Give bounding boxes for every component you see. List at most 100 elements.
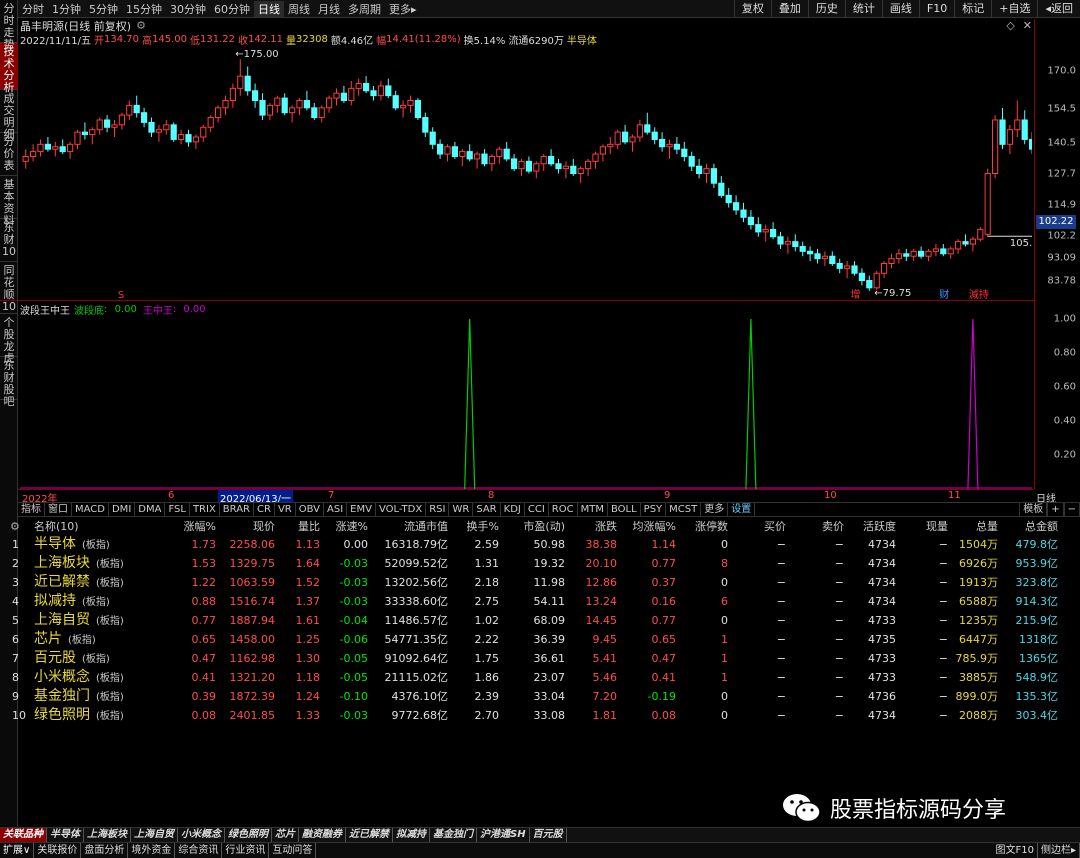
period-tab-1[interactable]: 分时	[18, 1, 48, 17]
toolbar-button-7[interactable]: 标记	[954, 0, 991, 18]
indicator-tab-14[interactable]: VOL-TDX	[376, 502, 427, 517]
indicator-chart[interactable]	[20, 302, 1032, 489]
indicator-tab-24[interactable]: MCST	[666, 502, 702, 517]
status-item-3[interactable]: 盘面分析	[81, 843, 129, 858]
column-header-4[interactable]: 量比	[280, 518, 320, 535]
status-item-1[interactable]: 扩展∨	[0, 843, 35, 858]
period-tab-2[interactable]: 1分钟	[48, 1, 85, 17]
status-item-2[interactable]: 关联报价	[34, 843, 82, 858]
vtab-5[interactable]: 基本资料	[0, 176, 18, 227]
settings-gear-icon[interactable]: ⚙	[136, 19, 146, 32]
vtab-3[interactable]: 成交明细	[0, 90, 18, 141]
column-header-1[interactable]: 名称(10)	[34, 518, 144, 535]
indicator-tab-21[interactable]: MTM	[578, 502, 608, 517]
indicator-tab-15[interactable]: RSI	[426, 502, 450, 517]
sector-tab-2[interactable]: 半导体	[47, 828, 84, 842]
sector-tab-3[interactable]: 上海板块	[84, 828, 131, 842]
toolbar-button-8[interactable]: +自选	[991, 0, 1037, 18]
period-tab-8[interactable]: 周线	[284, 1, 314, 17]
close-icon[interactable]: ✕	[1023, 19, 1032, 32]
toolbar-button-3[interactable]: 历史	[807, 0, 845, 18]
indicator-tab-25[interactable]: 更多	[701, 502, 729, 517]
column-header-14[interactable]: 活跃度	[848, 518, 896, 535]
status-right-2[interactable]: 侧边栏▸	[1038, 843, 1080, 858]
indicator-tab-18[interactable]: KDJ	[501, 502, 525, 517]
indicator-tab-12[interactable]: ASI	[324, 502, 348, 517]
indicator-tab-26[interactable]: 设置	[728, 502, 756, 517]
event-marker-4[interactable]: 減持	[969, 288, 989, 300]
indicator-tab-4[interactable]: DMI	[109, 502, 136, 517]
vtab-6[interactable]: 东财10	[0, 219, 18, 262]
indicator-tab-6[interactable]: FSL	[165, 502, 190, 517]
vtab-7[interactable]: 同花顺10	[0, 262, 18, 314]
sector-tab-10[interactable]: 拟减持	[393, 828, 430, 842]
diamond-icon[interactable]: ◇	[1006, 19, 1014, 32]
toolbar-button-9[interactable]: ◂返回	[1037, 0, 1080, 18]
period-tab-6[interactable]: 60分钟	[210, 1, 254, 17]
sector-tab-8[interactable]: 融资融券	[299, 828, 346, 842]
table-settings-gear-icon[interactable]: ⚙	[10, 518, 20, 535]
indicator-tab-22[interactable]: BOLL	[608, 502, 641, 517]
column-header-10[interactable]: 均涨幅%	[621, 518, 676, 535]
indicator-tab-1[interactable]: 指标	[18, 502, 45, 517]
table-row[interactable]: 6 芯片 (板指) 0.65 1458.00 1.25 -0.06 54771.35亿 2.22…	[0, 630, 1080, 649]
column-header-15[interactable]: 现量	[900, 518, 948, 535]
table-row[interactable]: 4 拟减持 (板指) 0.88 1516.74 1.37 -0.03 33338.60亿 2.7…	[0, 592, 1080, 611]
status-item-6[interactable]: 行业资讯	[222, 843, 270, 858]
indicator-tab-10[interactable]: VR	[275, 502, 296, 517]
column-header-3[interactable]: 现价	[220, 518, 275, 535]
toolbar-button-4[interactable]: 统计	[844, 0, 882, 18]
indicator-tab-23[interactable]: PSY	[641, 502, 667, 517]
event-marker-3[interactable]: 财	[939, 288, 949, 300]
sector-tab-12[interactable]: 沪港通SH	[477, 828, 530, 842]
vtab-9[interactable]: 东财股吧	[0, 357, 18, 408]
status-item-7[interactable]: 互动问答	[269, 843, 317, 858]
period-tab-11[interactable]: 更多▸	[385, 1, 421, 17]
sector-tab-5[interactable]: 小米概念	[178, 828, 225, 842]
period-tab-9[interactable]: 月线	[314, 1, 344, 17]
period-tab-10[interactable]: 多周期	[344, 1, 385, 17]
indicator-tab-7[interactable]: TRIX	[190, 502, 220, 517]
sector-tab-9[interactable]: 近已解禁	[346, 828, 393, 842]
table-row[interactable]: 10 绿色照明 (板指) 0.08 2401.85 1.33 -0.03 9772.68亿 2.…	[0, 706, 1080, 725]
table-row[interactable]: 3 近已解禁 (板指) 1.22 1063.59 1.52 -0.03 13202.56亿 2.…	[0, 573, 1080, 592]
indicator-tab-16[interactable]: WR	[449, 502, 474, 517]
sector-tab-13[interactable]: 百元股	[530, 828, 567, 842]
indicator-tab-11[interactable]: OBV	[296, 502, 324, 517]
indicator-tab-3[interactable]: MACD	[72, 502, 109, 517]
indicator-tab-19[interactable]: CCI	[525, 502, 549, 517]
table-row[interactable]: 1 半导体 (板指) 1.73 2258.06 1.13 0.00 16318.79亿 2.59…	[0, 535, 1080, 554]
period-tab-7[interactable]: 日线	[254, 0, 284, 17]
column-header-8[interactable]: 市盈(动)	[503, 518, 565, 535]
period-tab-4[interactable]: 15分钟	[122, 1, 166, 17]
indicator-tab-right-2[interactable]: +	[1047, 502, 1064, 517]
table-row[interactable]: 9 基金独门 (板指) 0.39 1872.39 1.24 -0.10 4376.10亿 2.3…	[0, 687, 1080, 706]
vtab-1[interactable]: 分时走势	[0, 0, 18, 51]
indicator-tab-2[interactable]: 窗口	[45, 502, 72, 517]
event-marker-2[interactable]: 增	[851, 288, 861, 300]
indicator-tab-9[interactable]: CR	[254, 502, 275, 517]
indicator-tab-20[interactable]: ROC	[549, 502, 578, 517]
column-header-13[interactable]: 卖价	[790, 518, 844, 535]
period-tab-5[interactable]: 30分钟	[166, 1, 210, 17]
sector-tab-11[interactable]: 基金独门	[430, 828, 477, 842]
indicator-tab-right-1[interactable]: 模板	[1019, 502, 1048, 517]
column-header-11[interactable]: 涨停数	[680, 518, 728, 535]
table-row[interactable]: 8 小米概念 (板指) 0.41 1321.20 1.18 -0.05 21115.02亿 1.…	[0, 668, 1080, 687]
column-header-7[interactable]: 换手%	[452, 518, 499, 535]
table-row[interactable]: 5 上海自贸 (板指) 0.77 1887.94 1.61 -0.04 11486.57亿 1.…	[0, 611, 1080, 630]
sector-tab-4[interactable]: 上海自贸	[131, 828, 178, 842]
column-header-16[interactable]: 总量	[952, 518, 998, 535]
column-header-2[interactable]: 涨幅%	[160, 518, 216, 535]
table-row[interactable]: 7 百元股 (板指) 0.47 1162.98 1.30 -0.05 91092.64亿 1.7…	[0, 649, 1080, 668]
column-header-12[interactable]: 买价	[732, 518, 786, 535]
status-item-5[interactable]: 综合资讯	[175, 843, 223, 858]
sector-tab-6[interactable]: 绿色照明	[225, 828, 272, 842]
vtab-2[interactable]: 技术分析	[0, 43, 18, 94]
vtab-8[interactable]: 个股龙虎	[0, 314, 18, 365]
status-right-1[interactable]: 图文F10	[992, 843, 1038, 858]
toolbar-button-6[interactable]: F10	[918, 0, 954, 18]
event-marker-1[interactable]: S	[118, 290, 124, 300]
indicator-tab-8[interactable]: BRAR	[220, 502, 254, 517]
sector-tab-7[interactable]: 芯片	[272, 828, 299, 842]
